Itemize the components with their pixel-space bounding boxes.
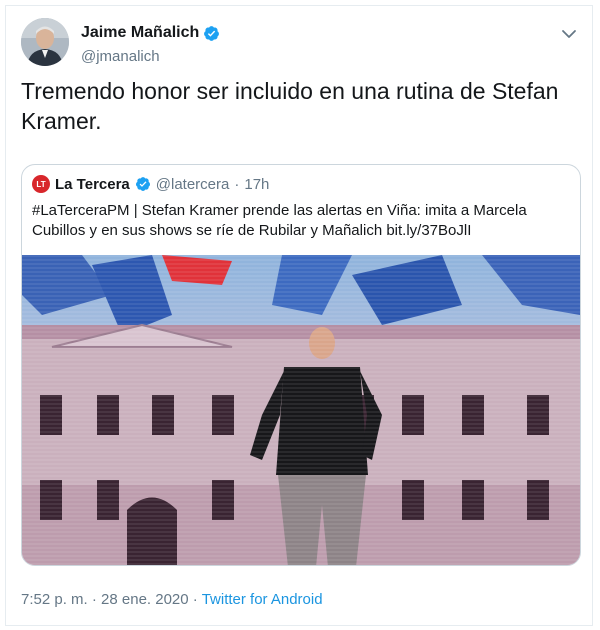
author-handle[interactable]: @jmanalich xyxy=(81,48,160,65)
quoted-media-image[interactable] xyxy=(22,255,580,566)
quoted-time[interactable]: 17h xyxy=(244,176,269,193)
quoted-avatar[interactable]: LT xyxy=(32,175,50,193)
tweet-text: Tremendo honor ser incluido en una rutin… xyxy=(21,78,559,134)
verified-badge-icon xyxy=(204,25,220,41)
quoted-text: #LaTerceraPM | Stefan Kramer prende las … xyxy=(32,202,527,239)
quoted-header: LT La Tercera @latercera · 17h xyxy=(32,175,269,193)
author-name[interactable]: Jaime Mañalich xyxy=(81,24,199,42)
quoted-author-handle[interactable]: @latercera xyxy=(156,176,230,193)
avatar-image xyxy=(21,18,69,66)
client-link[interactable]: Twitter for Android xyxy=(202,591,323,608)
separator-dot: · xyxy=(234,175,240,193)
chevron-down-icon[interactable] xyxy=(559,24,579,44)
tweet-footer: 7:52 p. m. · 28 ene. 2020 · Twitter for … xyxy=(21,591,323,608)
tweet-timestamp[interactable]: 7:52 p. m. · 28 ene. 2020 · xyxy=(21,591,202,608)
verified-badge-icon xyxy=(135,177,150,191)
avatar[interactable] xyxy=(21,18,69,66)
name-row: Jaime Mañalich xyxy=(81,24,220,42)
tweet-card[interactable]: Jaime Mañalich @jmanalich Tremendo honor… xyxy=(5,5,593,626)
quoted-tweet[interactable]: LT La Tercera @latercera · 17h #LaTercer… xyxy=(21,164,581,566)
tweet-header: Jaime Mañalich @jmanalich xyxy=(21,18,581,74)
quoted-author-name[interactable]: La Tercera xyxy=(55,176,130,193)
